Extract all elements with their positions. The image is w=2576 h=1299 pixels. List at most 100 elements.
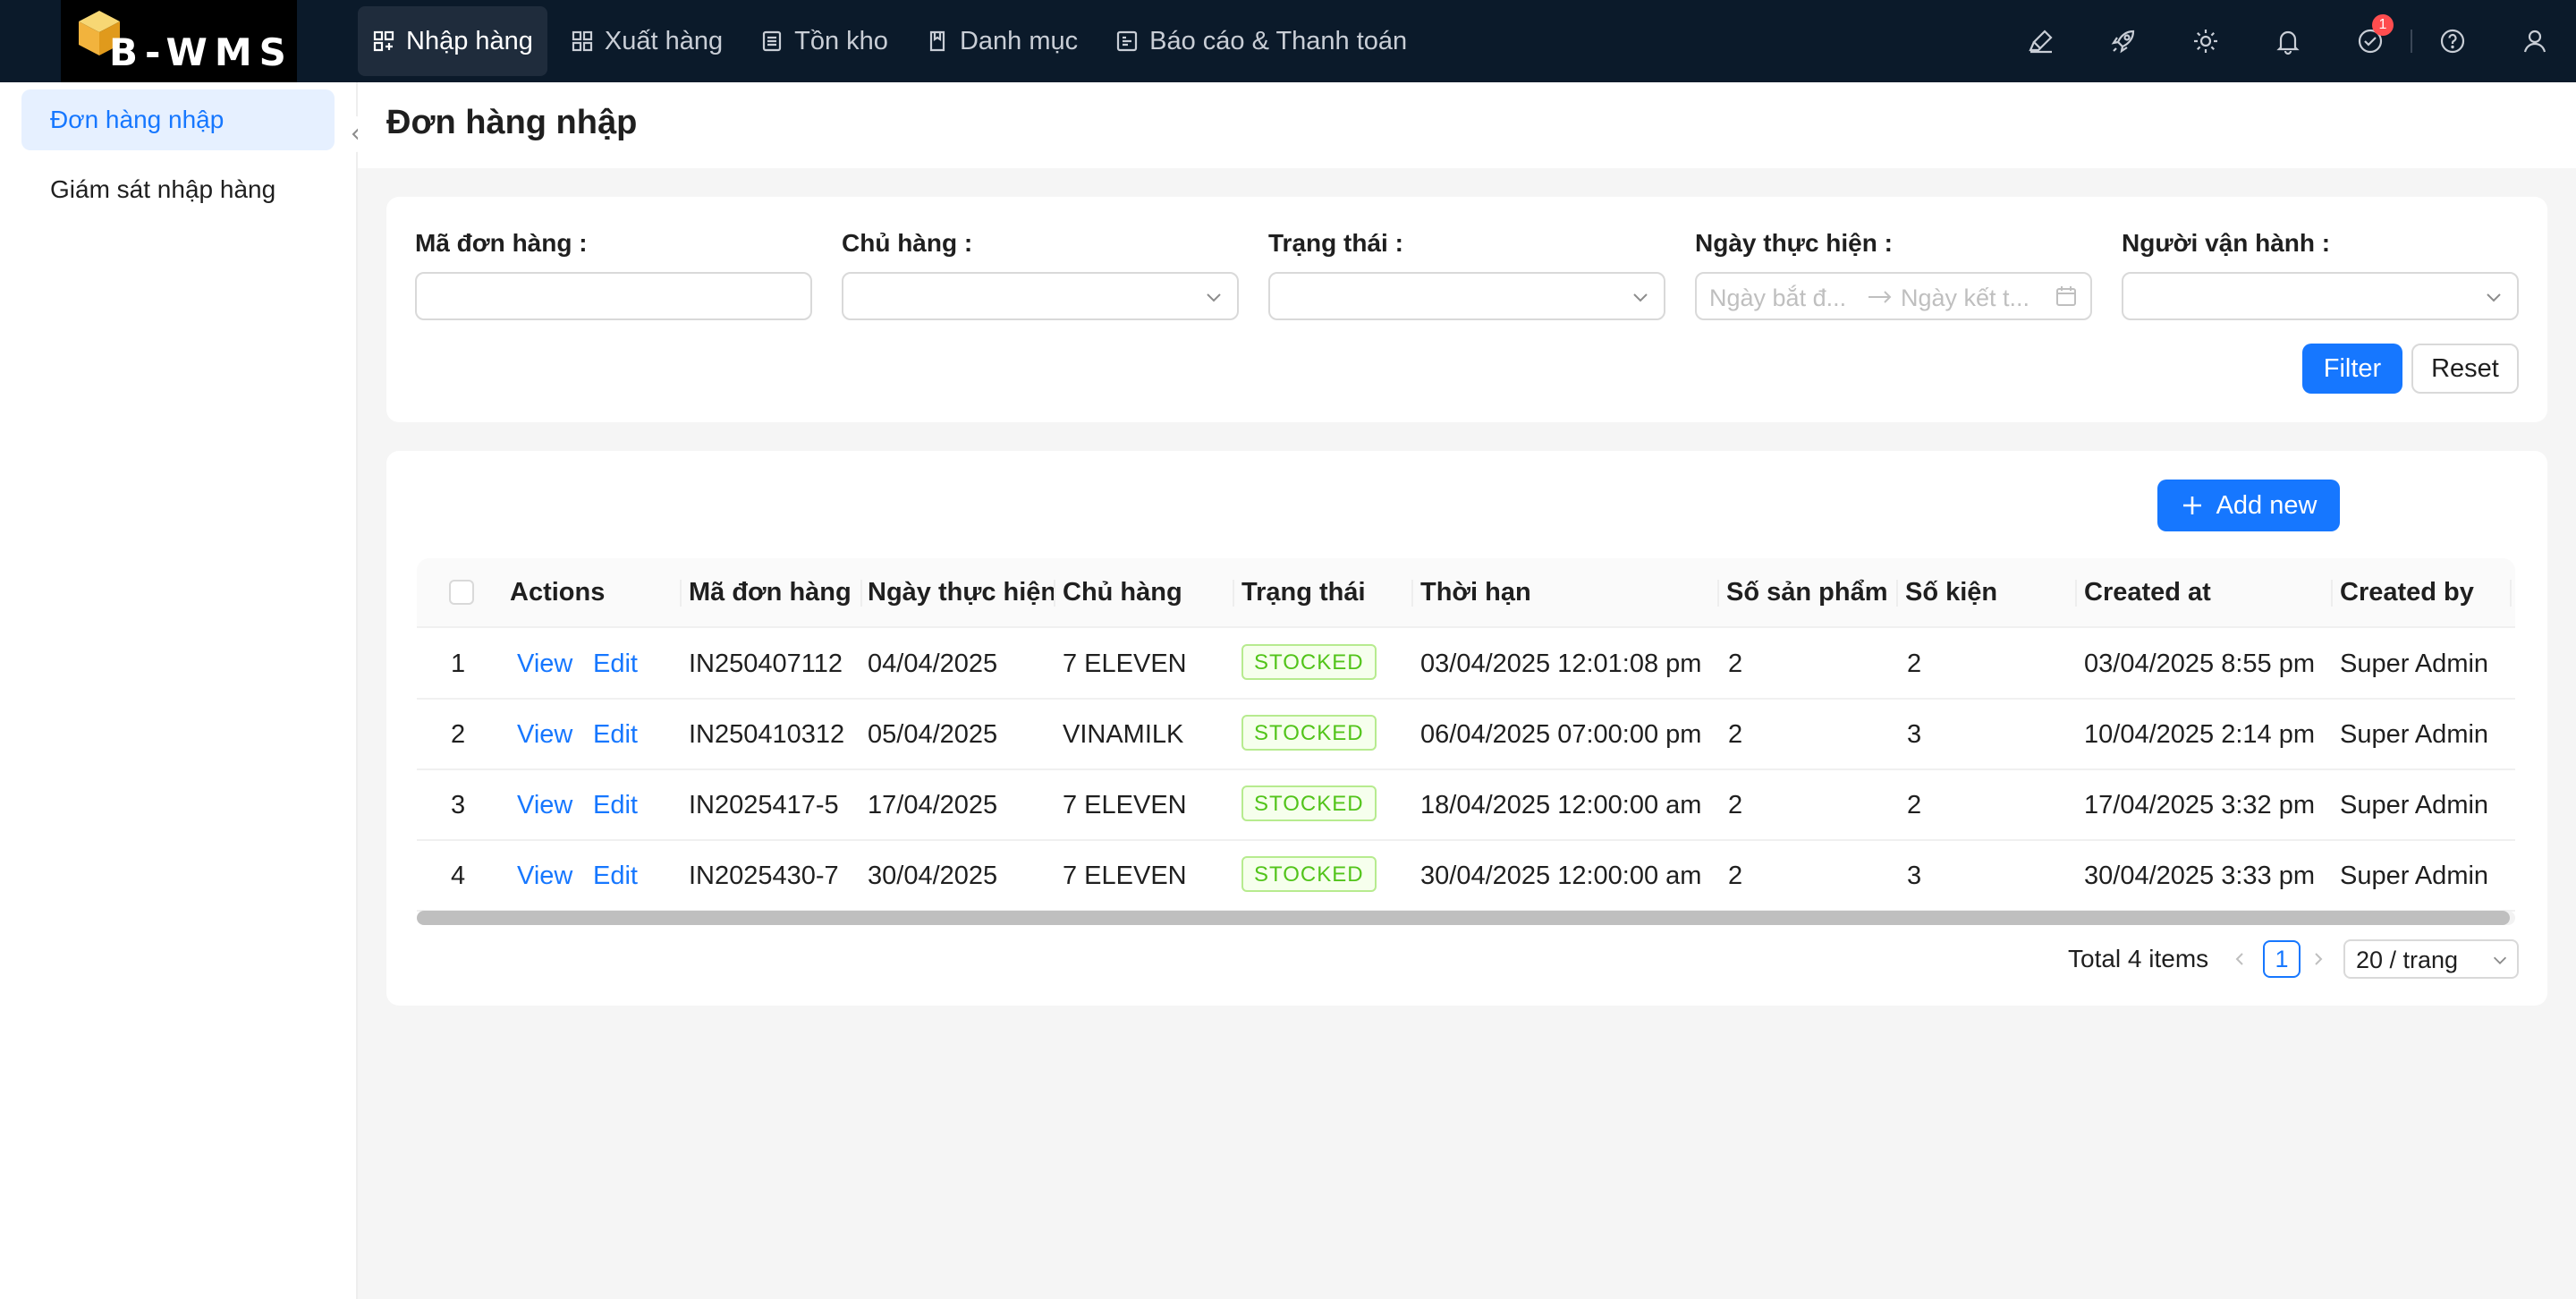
logo[interactable]: B-WMS [61,0,297,82]
nav-item-outbound[interactable]: Xuất hàng [556,6,737,76]
notifications-button[interactable] [2247,0,2329,82]
chevron-down-icon [1633,293,1648,302]
nav-label: Báo cáo & Thanh toán [1149,26,1408,55]
column-header[interactable]: Chủ hàng [1063,578,1182,607]
topbar-actions: 1 [2000,0,2576,82]
created-by: Super Admin [2340,720,2489,749]
table-row[interactable]: 3 View Edit IN2025417-5 17/04/2025 7 ELE… [417,769,2515,841]
horizontal-scrollbar[interactable] [417,911,2515,925]
nav-label: Danh mục [959,26,1079,55]
nav-item-inventory[interactable]: Tồn kho [746,6,902,76]
created-by: Super Admin [2340,791,2489,819]
main-nav: Nhập hàng Xuất hàng Tồn kho Danh mục Báo… [358,0,1430,82]
edit-link[interactable]: Edit [593,862,638,891]
arrow-right-icon [1868,291,1892,303]
owner: VINAMILK [1063,720,1184,749]
page-size-select[interactable]: 20 / trang [2343,939,2519,979]
table-row[interactable]: 1 View Edit IN250407112 04/04/2025 7 ELE… [417,628,2515,700]
chevron-right-icon[interactable] [2309,950,2327,968]
column-header[interactable]: Mã đơn hàng [689,578,852,607]
status-select[interactable] [1268,272,1665,320]
column-divider [1233,580,1234,607]
table-row[interactable]: 2 View Edit IN250410312 05/04/2025 VINAM… [417,699,2515,770]
created-at: 10/04/2025 2:14 pm [2084,720,2315,749]
column-divider [1896,580,1898,607]
select-all-checkbox[interactable] [449,580,474,605]
date-start-placeholder[interactable]: Ngày bắt đ... [1709,284,1846,312]
page-header: Đơn hàng nhập [358,82,2576,168]
created-at: 30/04/2025 3:33 pm [2084,862,2315,890]
sidebar-item-inbound-orders[interactable]: Đơn hàng nhập [21,89,335,150]
column-divider [1054,580,1055,607]
column-header[interactable]: Created by [2340,578,2474,607]
status-badge: STOCKED [1241,856,1377,892]
nav-item-inbound[interactable]: Nhập hàng [358,6,547,76]
view-link[interactable]: View [517,650,572,679]
view-link[interactable]: View [517,862,572,891]
status-badge: STOCKED [1241,715,1377,751]
sidebar-item-label: Giám sát nhập hàng [50,175,276,203]
order-code-label: Mã đơn hàng : [415,229,588,257]
chevron-left-icon[interactable] [2231,950,2249,968]
add-new-button[interactable]: Add new [2157,480,2340,531]
bell-icon [2276,30,2300,55]
nav-label: Xuất hàng [604,26,724,55]
column-header[interactable]: Trạng thái [1241,578,1366,607]
tasks-button[interactable]: 1 [2329,0,2411,82]
date-range-picker[interactable]: Ngày bắt đ... Ngày kết t... [1695,272,2092,320]
operator-label: Người vận hành : [2122,229,2331,257]
column-header[interactable]: Số sản phẩm [1726,578,1888,607]
status-badge: STOCKED [1241,785,1377,821]
calendar-icon [2056,286,2076,306]
scrollbar-thumb[interactable] [417,911,2510,925]
chevron-down-icon [2487,293,2501,302]
catalog-icon [929,30,945,52]
execution-date: 05/04/2025 [868,720,998,749]
inbound-icon [373,30,394,52]
settings-button[interactable] [2165,0,2247,82]
column-header[interactable]: Ngày thực hiện [868,578,1056,607]
edit-link[interactable]: Edit [593,720,638,750]
view-link[interactable]: View [517,720,572,750]
order-code: IN2025430-7 [689,862,839,890]
view-link[interactable]: View [517,791,572,820]
sidebar: Đơn hàng nhập Giám sát nhập hàng [0,82,358,1299]
operator-select[interactable] [2122,272,2519,320]
sidebar-item-inbound-monitoring[interactable]: Giám sát nhập hàng [21,159,335,220]
column-header[interactable]: Thời hạn [1420,578,1531,607]
report-icon [1117,30,1138,52]
owner-select[interactable] [842,272,1239,320]
logo-text: B-WMS [109,30,293,74]
row-index: 3 [451,791,466,819]
user-button[interactable] [2494,0,2576,82]
column-header[interactable]: Số kiện [1905,578,1997,607]
help-icon [2440,29,2465,54]
owner: 7 ELEVEN [1063,791,1187,819]
table-row[interactable]: 4 View Edit IN2025430-7 30/04/2025 7 ELE… [417,840,2515,912]
task-count-badge: 1 [2372,14,2394,36]
created-by: Super Admin [2340,650,2489,678]
deadline: 18/04/2025 12:00:00 am [1420,791,1702,819]
help-button[interactable] [2411,0,2494,82]
order-code-input[interactable] [415,272,812,320]
nav-label: Tồn kho [794,26,888,55]
row-index: 1 [451,650,466,678]
edit-link[interactable]: Edit [593,791,638,820]
page-title: Đơn hàng nhập [386,104,638,141]
order-code: IN250407112 [689,650,843,678]
nav-item-catalog[interactable]: Danh mục [911,6,1092,76]
edit-link[interactable]: Edit [593,650,638,679]
deadline: 06/04/2025 07:00:00 pm [1420,720,1702,749]
order-code: IN2025417-5 [689,791,839,819]
nav-item-report[interactable]: Báo cáo & Thanh toán [1101,6,1421,76]
column-header[interactable]: Created at [2084,578,2211,607]
date-end-placeholder[interactable]: Ngày kết t... [1901,284,2029,312]
rocket-button[interactable] [2082,0,2165,82]
highlighter-button[interactable] [2000,0,2082,82]
page-number-current[interactable]: 1 [2263,940,2301,978]
rocket-icon [2111,30,2135,54]
filter-button[interactable]: Filter [2302,344,2402,394]
created-at: 17/04/2025 3:32 pm [2084,791,2315,819]
created-at: 03/04/2025 8:55 pm [2084,650,2315,678]
reset-button[interactable]: Reset [2411,344,2519,394]
